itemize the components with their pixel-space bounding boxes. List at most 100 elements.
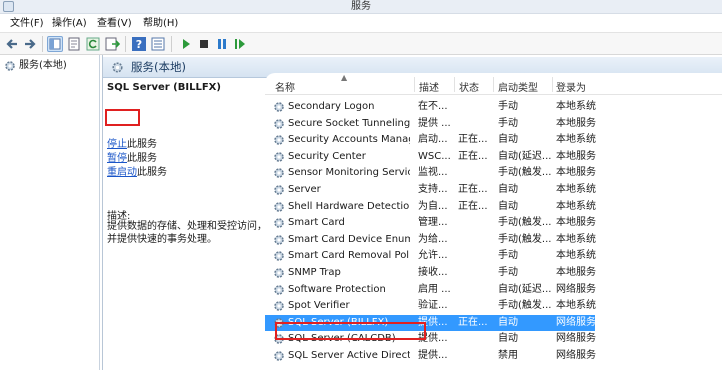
toolbar-divider: [125, 36, 126, 52]
service-logon-cell: 本地服务: [556, 150, 596, 162]
table-row[interactable]: Smart Card Device Enum... 为给... 手动(触发... 本地…: [265, 232, 596, 249]
service-logon-cell: 本地服务: [556, 167, 596, 179]
service-status-cell: 正在...: [458, 184, 488, 195]
service-status-cell: 正在...: [458, 134, 488, 146]
table-row[interactable]: Smart Card Removal Poli... 允许... 手动 本地系统: [265, 248, 596, 265]
service-desc-cell: 验证...: [418, 300, 448, 312]
service-desc-cell: 启用 ...: [418, 283, 451, 295]
stop-action-rest: 此服务: [127, 139, 157, 150]
refresh-icon[interactable]: [85, 36, 101, 52]
service-startup-cell: 手动(触发...: [498, 233, 552, 245]
help-icon[interactable]: ?: [131, 36, 147, 52]
service-gear-icon: [273, 118, 285, 133]
service-name-cell: Smart Card Removal Poli...: [288, 250, 410, 262]
service-startup-cell: 自动(延迟...: [498, 283, 552, 295]
service-desc-cell: 监视...: [418, 167, 448, 179]
service-startup-cell: 手动: [498, 250, 518, 262]
service-desc-cell: 在不...: [418, 101, 448, 112]
service-startup-cell: 手动: [498, 117, 518, 129]
table-row[interactable]: Software Protection 启用 ... 自动(延迟... 网络服务: [265, 282, 596, 299]
pause-link[interactable]: 暂停: [107, 153, 127, 164]
window-title: 服务: [351, 1, 371, 12]
service-logon-cell: 本地服务: [556, 117, 596, 129]
service-startup-cell: 手动: [498, 101, 518, 112]
service-gear-icon: [273, 134, 285, 149]
col-desc-header[interactable]: 描述: [419, 79, 439, 94]
service-desc-cell: 为给...: [418, 233, 448, 245]
service-gear-icon: [273, 300, 285, 315]
console-tree: 服务(本地): [0, 55, 100, 370]
table-row[interactable]: Spot Verifier 验证... 手动(触发... 本地系统: [265, 298, 596, 315]
column-divider: [552, 77, 553, 92]
service-desc-cell: 提供 ...: [418, 117, 451, 129]
service-desc-cell: 为自...: [418, 200, 448, 212]
service-logon-cell: 本地系统: [556, 200, 596, 212]
column-divider: [493, 77, 494, 92]
gear-icon: [4, 60, 16, 77]
table-row[interactable]: SNMP Trap 接收... 手动 本地服务: [265, 265, 596, 282]
col-status-header[interactable]: 状态: [459, 79, 479, 94]
service-startup-cell: 自动: [498, 134, 518, 146]
service-name-cell: Server: [288, 184, 321, 195]
service-name-cell: Sensor Monitoring Service: [288, 167, 410, 179]
service-logon-cell: 本地系统: [556, 101, 596, 112]
col-name-header[interactable]: 名称: [275, 79, 295, 94]
toolbar-divider: [171, 36, 172, 52]
menu-view[interactable]: 查看(V): [95, 16, 134, 31]
table-row[interactable]: Smart Card 管理... 手动(触发... 本地服务: [265, 215, 596, 232]
forward-icon[interactable]: [22, 36, 38, 52]
restart-link[interactable]: 重启动: [107, 167, 137, 178]
export-icon[interactable]: [104, 36, 120, 52]
table-row[interactable]: Shell Hardware Detection 为自... 正在... 自动 本地系统: [265, 199, 596, 216]
service-gear-icon: [273, 151, 285, 166]
menu-help[interactable]: 帮助(H): [141, 16, 180, 31]
stop-icon[interactable]: [196, 36, 212, 52]
menu-file[interactable]: 文件(F): [8, 16, 46, 31]
service-gear-icon: [273, 250, 285, 265]
table-row[interactable]: Secondary Logon 在不... 手动 本地系统: [265, 99, 596, 116]
table-row[interactable]: Secure Socket Tunneling ... 提供 ... 手动 本地服务: [265, 116, 596, 133]
pause-icon[interactable]: [214, 36, 230, 52]
table-row[interactable]: Security Center WSC... 正在... 自动(延迟... 本地服务: [265, 149, 596, 166]
pause-action-rest: 此服务: [127, 153, 157, 164]
properties-icon[interactable]: [66, 36, 82, 52]
services-list: ▲ 名称 描述 状态 启动类型 登录为 Secondary Logon 在不...…: [265, 73, 722, 370]
service-startup-cell: 自动: [498, 200, 518, 212]
detail-service-name: SQL Server (BILLFX): [107, 82, 221, 93]
menu-action[interactable]: 操作(A): [50, 16, 89, 31]
description-text: 提供数据的存储、处理和受控访问，并提供快速的事务处理。: [107, 221, 267, 245]
service-desc-cell: 管理...: [418, 217, 448, 229]
pause-action: 暂停此服务: [107, 152, 157, 165]
toolbar: ?: [0, 33, 722, 55]
service-gear-icon: [273, 217, 285, 232]
service-startup-cell: 自动(延迟...: [498, 150, 552, 162]
col-startup-header[interactable]: 启动类型: [498, 79, 538, 94]
pane-title: 服务(本地): [131, 60, 186, 74]
table-row[interactable]: Security Accounts Manag... 启动... 正在... 自动 本地…: [265, 132, 596, 149]
service-startup-cell: 禁用: [498, 350, 518, 361]
toolbar-divider: [42, 36, 43, 52]
restart-icon[interactable]: [232, 36, 248, 52]
column-divider: [414, 77, 415, 92]
service-logon-cell: 本地服务: [556, 217, 596, 229]
service-startup-cell: 自动: [498, 184, 518, 195]
service-logon-cell: 网络服务: [556, 316, 596, 328]
service-desc-cell: 接收...: [418, 267, 448, 278]
service-startup-cell: 手动(触发...: [498, 167, 552, 179]
service-gear-icon: [273, 234, 285, 249]
stop-link[interactable]: 停止: [107, 139, 127, 150]
table-row[interactable]: Sensor Monitoring Service 监视... 手动(触发... 本地…: [265, 165, 596, 182]
service-name-cell: Security Center: [288, 150, 366, 162]
details-icon[interactable]: [150, 36, 166, 52]
service-desc-cell: 支持...: [418, 184, 448, 195]
service-startup-cell: 自动: [498, 316, 518, 328]
table-row[interactable]: SQL Server Active Direct... 提供... 禁用 网络服务: [265, 348, 596, 365]
tree-item-services-local[interactable]: 服务(本地): [4, 59, 67, 73]
console-tree-icon[interactable]: [47, 36, 63, 52]
gear-icon: [111, 61, 124, 77]
table-row[interactable]: Server 支持... 正在... 自动 本地系统: [265, 182, 596, 199]
title-bar: 服务: [0, 0, 722, 14]
back-icon[interactable]: [4, 36, 20, 52]
col-logon-header[interactable]: 登录为: [556, 79, 586, 94]
play-icon[interactable]: [178, 36, 194, 52]
